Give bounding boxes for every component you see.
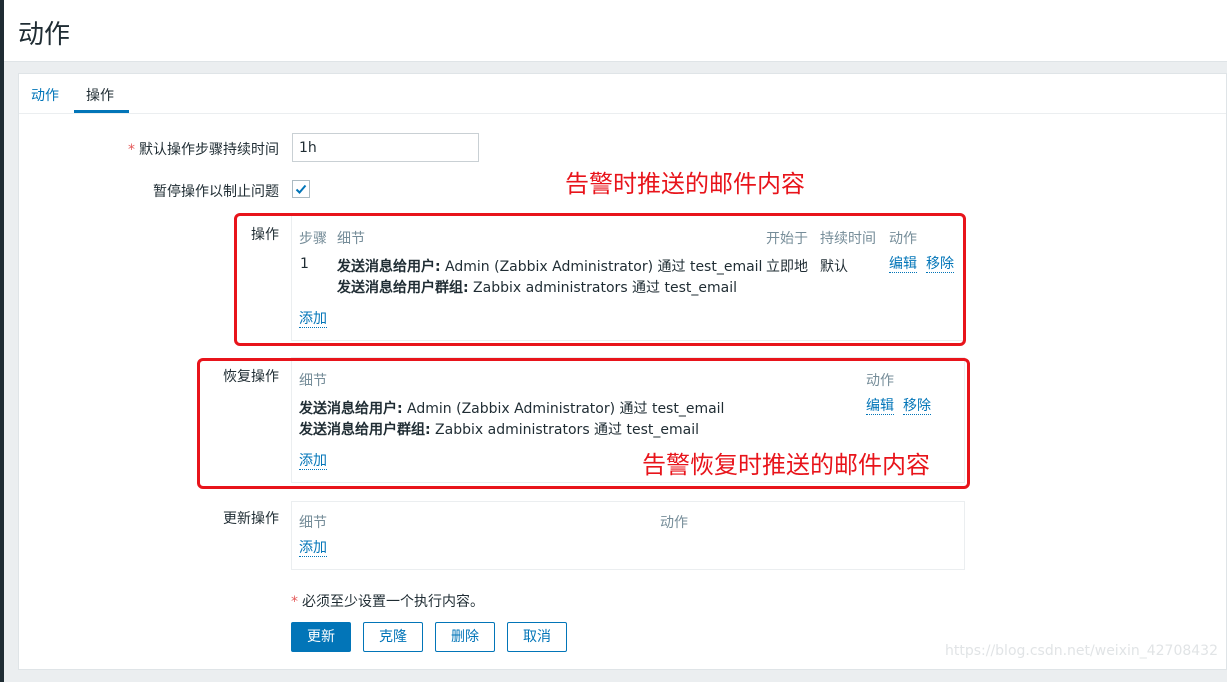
check-icon <box>295 184 307 194</box>
page-title: 动作 <box>18 20 71 50</box>
update-button[interactable]: 更新 <box>291 622 351 652</box>
rec-detail-line2-bold: 发送消息给用户群组: <box>299 422 431 438</box>
op-duration: 默认 <box>820 259 848 275</box>
rec-detail-line1-bold: 发送消息给用户: <box>299 401 403 417</box>
sidebar-strip <box>0 0 4 682</box>
op-detail-line1-text: Admin (Zabbix Administrator) 通过 test_ema… <box>440 259 763 275</box>
default-duration-label-text: 默认操作步骤持续时间 <box>139 142 279 158</box>
recovery-annotation: 告警恢复时推送的邮件内容 <box>642 451 930 479</box>
update-header-details: 细节 <box>299 515 327 531</box>
header-duration: 持续时间 <box>820 231 876 247</box>
op-edit-link[interactable]: 编辑 <box>889 256 917 273</box>
header-details: 细节 <box>337 231 365 247</box>
update-add-link[interactable]: 添加 <box>299 540 327 557</box>
default-duration-label: * 默认操作步骤持续时间 <box>79 139 279 159</box>
alert-annotation: 告警时推送的邮件内容 <box>565 170 805 198</box>
default-duration-input[interactable] <box>292 133 479 162</box>
form-panel: 动作 操作 *默认操作步骤持续时间 暂停操作以制止问题 操作 步骤 细节 开始于… <box>18 73 1227 670</box>
op-remove-link[interactable]: 移除 <box>926 256 954 273</box>
page-header: 动作 <box>4 0 1227 62</box>
rec-edit-link[interactable]: 编辑 <box>866 398 894 415</box>
pause-checkbox[interactable] <box>292 180 310 198</box>
op-detail-line2-bold: 发送消息给用户群组: <box>337 280 469 296</box>
header-step: 步骤 <box>299 231 327 247</box>
op-step: 1 <box>300 256 309 272</box>
recovery-header-action: 动作 <box>866 373 894 389</box>
pause-label: 暂停操作以制止问题 <box>153 184 279 200</box>
tab-operations[interactable]: 操作 <box>86 85 114 105</box>
op-detail-line2: 发送消息给用户群组: Zabbix administrators 通过 test… <box>337 277 737 297</box>
required-note: * 必须至少设置一个执行内容。 <box>291 591 484 611</box>
note-mark: * <box>291 594 298 610</box>
rec-detail-line2-text: Zabbix administrators 通过 test_email <box>430 422 700 438</box>
cancel-button[interactable]: 取消 <box>507 622 567 652</box>
header-action: 动作 <box>889 231 917 247</box>
rec-remove-link[interactable]: 移除 <box>903 398 931 415</box>
update-table: 细节 动作 添加 <box>291 501 965 570</box>
rec-detail-line1: 发送消息给用户: Admin (Zabbix Administrator) 通过… <box>299 398 724 418</box>
operations-label: 操作 <box>251 227 279 243</box>
note-text: 必须至少设置一个执行内容。 <box>302 594 484 610</box>
tab-actions[interactable]: 动作 <box>31 85 59 105</box>
op-detail-line1-bold: 发送消息给用户: <box>337 259 441 275</box>
update-header-action: 动作 <box>660 515 688 531</box>
recovery-label: 恢复操作 <box>223 369 279 385</box>
active-tab-indicator <box>74 110 129 113</box>
rec-add-link[interactable]: 添加 <box>299 453 327 470</box>
operations-table: 步骤 细节 开始于 持续时间 动作 1 发送消息给用户: Admin (Zabb… <box>291 215 965 341</box>
recovery-header-details: 细节 <box>299 373 327 389</box>
clone-button[interactable]: 克隆 <box>363 622 423 652</box>
tab-bar: 动作 操作 <box>19 74 1226 114</box>
rec-detail-line1-text: Admin (Zabbix Administrator) 通过 test_ema… <box>402 401 725 417</box>
watermark: https://blog.csdn.net/weixin_42708432 <box>944 643 1218 659</box>
op-detail-line1: 发送消息给用户: Admin (Zabbix Administrator) 通过… <box>337 256 762 276</box>
op-detail-line2-text: Zabbix administrators 通过 test_email <box>468 280 738 296</box>
header-start: 开始于 <box>766 231 808 247</box>
required-mark: * <box>128 142 135 158</box>
rec-detail-line2: 发送消息给用户群组: Zabbix administrators 通过 test… <box>299 419 699 439</box>
op-start: 立即地 <box>766 259 808 275</box>
update-label: 更新操作 <box>223 511 279 527</box>
delete-button[interactable]: 删除 <box>435 622 495 652</box>
op-add-link[interactable]: 添加 <box>299 311 327 328</box>
